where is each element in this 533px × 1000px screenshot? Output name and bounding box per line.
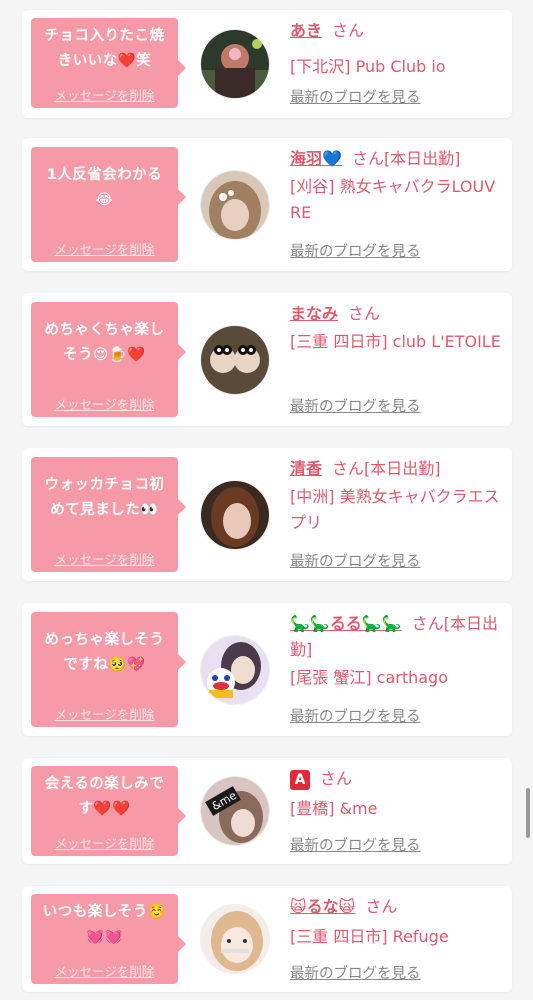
shop-label: [三重 四日市] club L'ETOILE xyxy=(290,332,501,351)
message-text: いつも楽しそう☺️💓💓 xyxy=(42,904,167,945)
name-line: 清香 さん[本日出勤] xyxy=(290,456,502,482)
scrollbar[interactable] xyxy=(526,788,530,838)
message-bubble: 1人反省会わかる😂 メッセージを削除 xyxy=(31,147,186,262)
user-name-link[interactable]: A xyxy=(290,770,310,790)
honorific: さん xyxy=(320,769,353,788)
message-card: チョコ入りたこ焼きいいな❤️笑 メッセージを削除 あき さん [下北沢] Pub … xyxy=(22,10,512,118)
message-text: めちゃくちゃ楽しそう😍🍺❤️ xyxy=(44,322,165,363)
honorific: さん xyxy=(348,304,381,323)
delete-message-link[interactable]: メッセージを削除 xyxy=(31,394,178,413)
delete-message-link[interactable]: メッセージを削除 xyxy=(31,239,178,258)
message-card: めちゃくちゃ楽しそう😍🍺❤️ メッセージを削除 まなみ さん [三重 四日市] … xyxy=(22,293,512,426)
message-card: ウォッカチョコ初めて見ました👀 メッセージを削除 清香 さん[本日出勤] [中洲]… xyxy=(22,448,512,581)
latest-blog-link[interactable]: 最新のブログを見る xyxy=(290,705,421,726)
name-line: 🦕🦕るる🦕🦕 さん[本日出勤] xyxy=(290,611,502,663)
user-name-link[interactable]: 清香 xyxy=(290,459,322,478)
shop-label: [豊橋] &me xyxy=(290,799,378,818)
name-line: 🙀るな🙀 さん xyxy=(290,894,502,920)
message-card: めっちゃ楽しそうですね🥺💖 メッセージを削除 🦕🦕るる🦕🦕 さん[本日出勤] [… xyxy=(22,603,512,736)
user-info: 清香 さん[本日出勤] [中洲] 美熟女キャバクラエスプリ xyxy=(290,456,502,536)
honorific: さん xyxy=(365,897,398,916)
user-name-link[interactable]: 🙀るな🙀 xyxy=(290,897,355,916)
user-info: あき さん [下北沢] Pub Club io xyxy=(290,18,502,80)
message-card: 会えるの楽しみです❤️❤️ メッセージを削除 &me A さん [豊橋] &me… xyxy=(22,758,512,864)
name-line: 海羽💙 さん[本日出勤] xyxy=(290,146,502,172)
name-line: あき さん xyxy=(290,18,502,44)
avatar[interactable] xyxy=(200,29,270,99)
user-name-link[interactable]: あき xyxy=(290,21,322,40)
user-name-link[interactable]: まなみ xyxy=(290,304,338,323)
avatar[interactable] xyxy=(200,635,270,705)
shop-label: [下北沢] Pub Club io xyxy=(290,57,446,76)
latest-blog-link[interactable]: 最新のブログを見る xyxy=(290,395,421,416)
user-name-link[interactable]: 🦕🦕るる🦕🦕 xyxy=(290,614,402,633)
latest-blog-link[interactable]: 最新のブログを見る xyxy=(290,240,421,261)
delete-message-link[interactable]: メッセージを削除 xyxy=(31,704,178,723)
message-text: 会えるの楽しみです❤️❤️ xyxy=(44,776,165,817)
avatar[interactable]: &me xyxy=(200,776,270,846)
message-bubble: 会えるの楽しみです❤️❤️ メッセージを削除 xyxy=(31,766,186,856)
avatar[interactable] xyxy=(200,480,270,550)
message-text: チョコ入りたこ焼きいいな❤️笑 xyxy=(44,28,165,69)
message-bubble: ウォッカチョコ初めて見ました👀 メッセージを削除 xyxy=(31,457,186,572)
honorific: さん xyxy=(332,21,365,40)
honorific: さん[本日出勤] xyxy=(332,459,441,478)
honorific: さん[本日出勤] xyxy=(351,149,461,168)
delete-message-link[interactable]: メッセージを削除 xyxy=(31,961,178,980)
user-info: 🦕🦕るる🦕🦕 さん[本日出勤] [尾張 蟹江] carthago xyxy=(290,611,502,691)
latest-blog-link[interactable]: 最新のブログを見る xyxy=(290,550,421,571)
delete-message-link[interactable]: メッセージを削除 xyxy=(31,549,178,568)
message-card: いつも楽しそう☺️💓💓 メッセージを削除 🙀るな🙀 さん [三重 四日市] Ref xyxy=(22,886,512,992)
user-info: 海羽💙 さん[本日出勤] [刈谷] 熟女キャバクラLOUVRE xyxy=(290,146,502,226)
user-info: A さん [豊橋] &me xyxy=(290,766,502,822)
avatar[interactable] xyxy=(200,170,270,240)
message-card: 1人反省会わかる😂 メッセージを削除 海羽💙 さん[本日出勤] [刈谷] 熟女キャ… xyxy=(22,138,512,271)
avatar[interactable] xyxy=(200,325,270,395)
shop-label: [刈谷] 熟女キャバクラLOUVRE xyxy=(290,177,496,222)
message-text: めっちゃ楽しそうですね🥺💖 xyxy=(44,632,165,673)
user-name-link[interactable]: 海羽💙 xyxy=(290,149,342,168)
avatar[interactable] xyxy=(200,904,270,974)
page: チョコ入りたこ焼きいいな❤️笑 メッセージを削除 あき さん [下北沢] Pub … xyxy=(0,0,533,1000)
delete-message-link[interactable]: メッセージを削除 xyxy=(31,833,178,852)
latest-blog-link[interactable]: 最新のブログを見る xyxy=(290,834,421,855)
latest-blog-link[interactable]: 最新のブログを見る xyxy=(290,86,421,107)
message-bubble: チョコ入りたこ焼きいいな❤️笑 メッセージを削除 xyxy=(31,18,186,108)
latest-blog-link[interactable]: 最新のブログを見る xyxy=(290,962,421,983)
name-line: まなみ さん xyxy=(290,301,502,327)
user-info: まなみ さん [三重 四日市] club L'ETOILE xyxy=(290,301,502,355)
message-bubble: めちゃくちゃ楽しそう😍🍺❤️ メッセージを削除 xyxy=(31,302,186,417)
message-bubble: いつも楽しそう☺️💓💓 メッセージを削除 xyxy=(31,894,186,984)
delete-message-link[interactable]: メッセージを削除 xyxy=(31,85,178,104)
user-info: 🙀るな🙀 さん [三重 四日市] Refuge xyxy=(290,894,502,950)
shop-label: [中洲] 美熟女キャバクラエスプリ xyxy=(290,487,500,532)
shop-label: [三重 四日市] Refuge xyxy=(290,927,449,946)
shop-label: [尾張 蟹江] carthago xyxy=(290,668,449,687)
message-bubble: めっちゃ楽しそうですね🥺💖 メッセージを削除 xyxy=(31,612,186,727)
name-line: A さん xyxy=(290,766,502,792)
message-text: 1人反省会わかる😂 xyxy=(46,167,163,208)
message-text: ウォッカチョコ初めて見ました👀 xyxy=(44,477,165,518)
